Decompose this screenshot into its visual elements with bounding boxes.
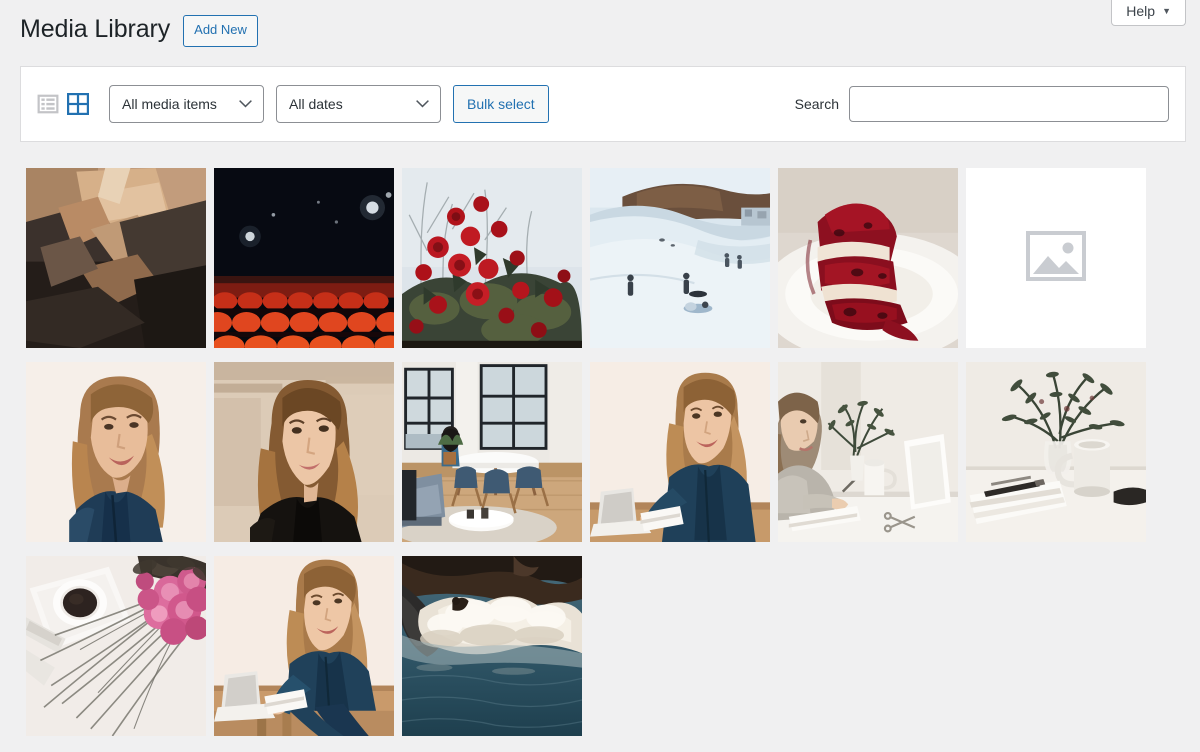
- search-label: Search: [795, 96, 839, 112]
- search-input[interactable]: [849, 86, 1169, 122]
- help-tab-button[interactable]: Help ▼: [1111, 0, 1186, 26]
- snowy-hill-sledding-thumbnail: [590, 168, 770, 348]
- media-filter-wrap: All media itemsImagesAudioVideoDocuments…: [109, 85, 264, 123]
- page-title: Media Library: [20, 13, 170, 46]
- help-tab-label: Help: [1126, 4, 1155, 18]
- media-item[interactable]: [402, 168, 582, 348]
- woman-seated-on-bench-laptop-thumbnail: [214, 556, 394, 736]
- ocean-wave-crashing-thumbnail: [402, 556, 582, 736]
- portrait-woman-black-top-thumbnail: [214, 362, 394, 542]
- desk-stilllife-mug-plant-thumbnail: [966, 362, 1146, 542]
- red-roses-bush-thumbnail: [402, 168, 582, 348]
- coworking-office-interior-thumbnail: [402, 362, 582, 542]
- media-toolbar: All media itemsImagesAudioVideoDocuments…: [20, 66, 1186, 142]
- chevron-down-icon: ▼: [1162, 7, 1171, 16]
- page-header: Media Library Add New: [0, 0, 1200, 44]
- media-type-filter-select[interactable]: All media itemsImagesAudioVideoDocuments…: [109, 85, 264, 123]
- media-item[interactable]: [26, 168, 206, 348]
- media-item[interactable]: [402, 362, 582, 542]
- dark-theater-red-seats-thumbnail: [214, 168, 394, 348]
- media-item[interactable]: [26, 362, 206, 542]
- date-filter-select[interactable]: All dates: [276, 85, 441, 123]
- portrait-woman-smiling-blue-shirt-thumbnail: [26, 362, 206, 542]
- media-item[interactable]: [778, 362, 958, 542]
- media-item[interactable]: [214, 362, 394, 542]
- red-velvet-cake-slice-thumbnail: [778, 168, 958, 348]
- add-new-button[interactable]: Add New: [183, 15, 258, 47]
- media-grid: [26, 168, 1178, 736]
- grid-view-icon[interactable]: [67, 93, 89, 115]
- media-item[interactable]: [966, 362, 1146, 542]
- media-item[interactable]: [214, 168, 394, 348]
- media-item[interactable]: [26, 556, 206, 736]
- media-item[interactable]: [778, 168, 958, 348]
- image-placeholder-icon: [1025, 227, 1087, 289]
- view-switch: [37, 93, 89, 115]
- list-view-icon[interactable]: [37, 93, 59, 115]
- media-item[interactable]: [214, 556, 394, 736]
- media-item[interactable]: [590, 168, 770, 348]
- toolbar-left-group: All media itemsImagesAudioVideoDocuments…: [37, 85, 549, 123]
- media-item[interactable]: [590, 362, 770, 542]
- missing-image-placeholder-thumbnail: [966, 168, 1146, 348]
- toolbar-right-group: Search: [795, 86, 1169, 122]
- media-item[interactable]: [402, 556, 582, 736]
- bulk-select-button[interactable]: Bulk select: [453, 85, 549, 123]
- person-reading-book-thumbnail: [26, 168, 206, 348]
- woman-with-laptop-seated-thumbnail: [590, 362, 770, 542]
- media-item[interactable]: [966, 168, 1146, 348]
- pink-flowers-coffee-flatlay-thumbnail: [26, 556, 206, 736]
- woman-writing-at-desk-thumbnail: [778, 362, 958, 542]
- date-filter-wrap: All dates: [276, 85, 441, 123]
